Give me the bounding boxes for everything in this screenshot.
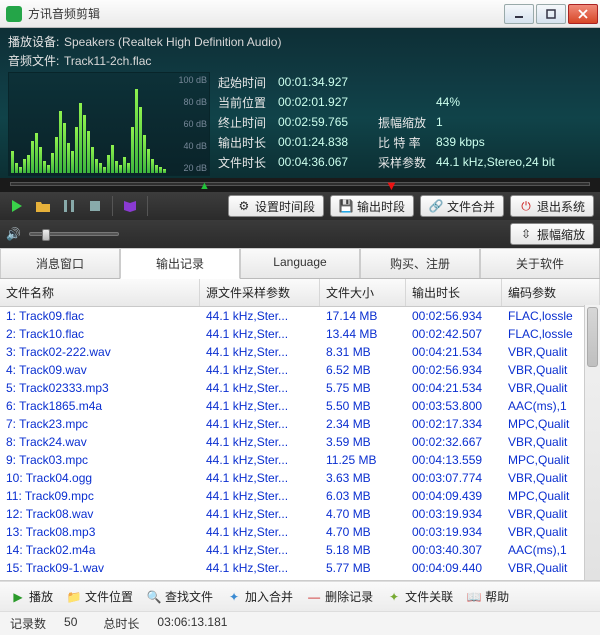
file-label: 音频文件: — [8, 52, 64, 69]
stop-button[interactable] — [84, 195, 106, 217]
table-row[interactable]: 14: Track02.m4a44.1 kHz,Ster...5.18 MB00… — [0, 541, 600, 559]
playback-info: 起始时间00:01:34.927当前位置00:02:01.92744%终止时间0… — [218, 72, 592, 176]
db-tick: 40 dB — [178, 141, 207, 151]
file-merge-button[interactable]: 🔗文件合并 — [420, 195, 504, 217]
table-row[interactable]: 11: Track09.mpc44.1 kHz,Ster...6.03 MB00… — [0, 487, 600, 505]
find-file-button[interactable]: 🔍查找文件 — [144, 586, 216, 607]
speaker-icon[interactable]: 🔊 — [6, 227, 21, 241]
merge-icon: 🔗 — [429, 199, 443, 213]
col-duration[interactable]: 输出时长 — [406, 279, 502, 306]
table-header: 文件名称 源文件采样参数 文件大小 输出时长 编码参数 — [0, 279, 600, 307]
col-size[interactable]: 文件大小 — [320, 279, 406, 306]
file-value: Track11-2ch.flac — [64, 54, 151, 68]
amplitude-scale-button[interactable]: ⇳振幅缩放 — [510, 223, 594, 245]
range-end-marker[interactable]: ▼ — [385, 178, 398, 193]
table-row[interactable]: 1: Track09.flac44.1 kHz,Ster...17.14 MB0… — [0, 307, 600, 325]
table-row[interactable]: 4: Track09.wav44.1 kHz,Ster...6.52 MB00:… — [0, 361, 600, 379]
table-row[interactable]: 3: Track02-222.wav44.1 kHz,Ster...8.31 M… — [0, 343, 600, 361]
output-table: 文件名称 源文件采样参数 文件大小 输出时长 编码参数 1: Track09.f… — [0, 279, 600, 581]
table-row[interactable]: 13: Track08.mp344.1 kHz,Ster...4.70 MB00… — [0, 523, 600, 541]
tabs: 消息窗口输出记录Language购买、注册关于软件 — [0, 248, 600, 279]
minimize-button[interactable] — [504, 4, 534, 24]
table-row[interactable]: 8: Track24.wav44.1 kHz,Ster...3.59 MB00:… — [0, 433, 600, 451]
save-segment-button[interactable]: 💾输出时段 — [330, 195, 414, 217]
tab-4[interactable]: 关于软件 — [480, 248, 600, 278]
total-duration-label: 总时长 — [103, 615, 139, 632]
range-start-marker[interactable]: ▲ — [199, 180, 210, 192]
open-button[interactable] — [32, 195, 54, 217]
col-encoding[interactable]: 编码参数 — [502, 279, 600, 306]
db-tick: 20 dB — [178, 163, 207, 173]
add-to-merge-button[interactable]: ✦加入合并 — [224, 586, 296, 607]
col-sample[interactable]: 源文件采样参数 — [200, 279, 320, 306]
play-button[interactable] — [6, 195, 28, 217]
table-row[interactable]: 2: Track10.flac44.1 kHz,Ster...13.44 MB0… — [0, 325, 600, 343]
table-row[interactable]: 7: Track23.mpc44.1 kHz,Ster...2.34 MB00:… — [0, 415, 600, 433]
titlebar: 方讯音频剪辑 — [0, 0, 600, 28]
status-bar: 记录数 50 总时长 03:06:13.181 — [0, 611, 600, 635]
save-icon: 💾 — [339, 199, 353, 213]
book-icon[interactable] — [119, 195, 141, 217]
tab-1[interactable]: 输出记录 — [120, 248, 240, 279]
db-tick: 60 dB — [178, 119, 207, 129]
exit-button[interactable]: ⏻退出系统 — [510, 195, 594, 217]
help-button[interactable]: 📖帮助 — [464, 586, 512, 607]
set-segment-button[interactable]: ⚙设置时间段 — [228, 195, 324, 217]
tab-2[interactable]: Language — [240, 248, 360, 278]
db-tick: 80 dB — [178, 97, 207, 107]
tab-3[interactable]: 购买、注册 — [360, 248, 480, 278]
volume-slider[interactable] — [29, 232, 119, 236]
table-row[interactable]: 15: Track09-1.wav44.1 kHz,Ster...5.77 MB… — [0, 559, 600, 577]
maximize-button[interactable] — [536, 4, 566, 24]
lower-toolbar: ▶播放 📁文件位置 🔍查找文件 ✦加入合并 —删除记录 ✦文件关联 📖帮助 — [0, 581, 600, 611]
status-panel: 播放设备: Speakers (Realtek High Definition … — [0, 28, 600, 178]
device-label: 播放设备: — [8, 33, 64, 50]
record-count: 50 — [64, 615, 77, 632]
play-item-button[interactable]: ▶播放 — [8, 586, 56, 607]
pause-button[interactable] — [58, 195, 80, 217]
total-duration: 03:06:13.181 — [157, 615, 227, 632]
main-toolbar: ⚙设置时间段 💾输出时段 🔗文件合并 ⏻退出系统 — [0, 192, 600, 220]
gear-icon: ⚙ — [237, 199, 251, 213]
table-row[interactable]: 6: Track1865.m4a44.1 kHz,Ster...5.50 MB0… — [0, 397, 600, 415]
window-title: 方讯音频剪辑 — [28, 5, 502, 22]
exit-icon: ⏻ — [519, 199, 533, 213]
app-icon — [6, 6, 22, 22]
vertical-scrollbar[interactable] — [584, 305, 600, 580]
spectrum-display: 100 dB 80 dB 60 dB 40 dB 20 dB — [8, 72, 210, 176]
db-tick: 100 dB — [178, 75, 207, 85]
table-row[interactable]: 12: Track08.wav44.1 kHz,Ster...4.70 MB00… — [0, 505, 600, 523]
scale-icon: ⇳ — [519, 227, 533, 241]
record-count-label: 记录数 — [10, 615, 46, 632]
seek-bar[interactable]: ▲ ▼ — [0, 178, 600, 192]
col-filename[interactable]: 文件名称 — [0, 279, 200, 306]
table-row[interactable]: 5: Track02333.mp344.1 kHz,Ster...5.75 MB… — [0, 379, 600, 397]
device-value: Speakers (Realtek High Definition Audio) — [64, 35, 281, 49]
table-row[interactable]: 10: Track04.ogg44.1 kHz,Ster...3.63 MB00… — [0, 469, 600, 487]
tab-0[interactable]: 消息窗口 — [0, 248, 120, 278]
close-button[interactable] — [568, 4, 598, 24]
file-associate-button[interactable]: ✦文件关联 — [384, 586, 456, 607]
locate-file-button[interactable]: 📁文件位置 — [64, 586, 136, 607]
table-row[interactable]: 9: Track03.mpc44.1 kHz,Ster...11.25 MB00… — [0, 451, 600, 469]
volume-toolbar: 🔊 ⇳振幅缩放 — [0, 220, 600, 248]
delete-record-button[interactable]: —删除记录 — [304, 586, 376, 607]
